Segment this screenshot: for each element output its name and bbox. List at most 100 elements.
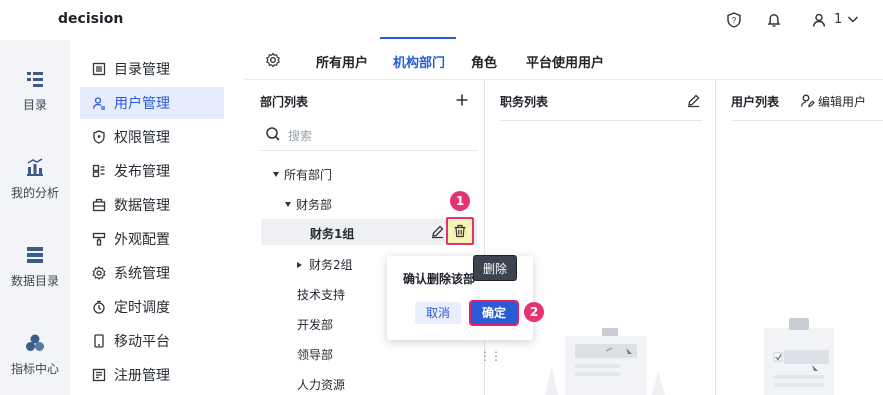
cancel-button[interactable]: 取消	[415, 302, 461, 324]
management-menu: 目录管理 用户管理 权限管理 发布管理 数据管理 外观配置 系统管理 定时调度 …	[70, 40, 245, 395]
resize-handle[interactable]: ⋮⋮	[479, 349, 502, 363]
list-icon	[92, 62, 106, 76]
step-badge-1: 1	[450, 191, 470, 211]
position-list-title: 职务列表	[500, 95, 549, 109]
user-list-title: 用户列表	[731, 95, 780, 109]
rail-item-metrics[interactable]: 指标中心	[0, 332, 70, 377]
register-icon	[92, 368, 106, 382]
add-icon[interactable]	[455, 93, 469, 107]
menu-item-schedule[interactable]: 定时调度	[80, 291, 224, 323]
caret-down-icon[interactable]	[273, 172, 279, 177]
menu-label: 用户管理	[114, 96, 170, 112]
menu-item-permissions[interactable]: 权限管理	[80, 121, 224, 153]
tree-node-tech-support[interactable]: 技术支持	[297, 286, 345, 303]
gear-icon	[92, 266, 106, 280]
mobile-icon	[94, 334, 104, 348]
shield-help-icon[interactable]: ?	[725, 11, 743, 29]
tree-label: 财务2组	[309, 258, 353, 272]
delete-button[interactable]	[446, 217, 474, 245]
edit-icon[interactable]	[686, 93, 701, 108]
confirm-button[interactable]: 确定	[469, 300, 519, 326]
rail-label: 目录	[22, 98, 47, 112]
left-rail: 目录 我的分析 数据目录 指标中心	[0, 40, 70, 395]
tab-bar: 所有用户 机构部门 角色 平台使用用户	[245, 40, 883, 80]
menu-label: 外观配置	[114, 232, 170, 248]
rail-item-data-catalog[interactable]: 数据目录	[0, 244, 70, 289]
menu-label: 权限管理	[114, 130, 170, 146]
trash-icon	[454, 224, 466, 238]
tree-node-finance-group-2[interactable]: 财务2组	[297, 256, 353, 273]
tab-all-users[interactable]: 所有用户	[316, 52, 368, 71]
edit-users-label[interactable]: 编辑用户	[818, 93, 866, 110]
active-tab-indicator	[380, 37, 456, 39]
rail-label: 我的分析	[10, 186, 59, 200]
menu-label: 发布管理	[114, 164, 170, 180]
top-bar: decision ? 1	[0, 0, 883, 40]
caret-down-icon[interactable]	[285, 202, 291, 207]
menu-item-data[interactable]: 数据管理	[80, 189, 224, 221]
edit-users-icon[interactable]	[800, 93, 815, 108]
dept-list-title: 部门列表	[260, 95, 309, 109]
menu-label: 目录管理	[114, 62, 170, 78]
tab-platform-users[interactable]: 平台使用用户	[526, 52, 604, 71]
panel-header-divider	[500, 120, 702, 121]
user-count[interactable]: 1	[834, 12, 842, 27]
tree-label: 财务1组	[310, 227, 355, 241]
search-icon	[266, 127, 280, 141]
menu-item-user-management[interactable]: 用户管理	[80, 87, 224, 119]
app-title: decision	[58, 11, 124, 27]
confirm-message: 确认删除该部	[403, 272, 476, 286]
edit-node-icon[interactable]	[430, 224, 445, 239]
menu-item-system[interactable]: 系统管理	[80, 257, 224, 289]
brush-icon	[92, 232, 106, 246]
tab-departments[interactable]: 机构部门	[393, 52, 445, 71]
search-placeholder: 搜索	[288, 129, 313, 143]
chevron-down-icon[interactable]	[846, 12, 860, 26]
caret-right-icon[interactable]	[297, 262, 302, 268]
search-divider	[260, 150, 478, 151]
menu-label: 系统管理	[114, 266, 170, 282]
data-catalog-icon	[27, 247, 43, 263]
tree-label: 财务部	[296, 198, 333, 212]
dept-search[interactable]: 搜索	[265, 123, 475, 145]
timer-icon	[93, 300, 105, 314]
menu-item-appearance[interactable]: 外观配置	[80, 223, 224, 255]
panel-header-divider	[731, 120, 883, 121]
rail-item-analysis[interactable]: 我的分析	[0, 156, 70, 201]
menu-item-register[interactable]: 注册管理	[80, 359, 224, 391]
tab-roles[interactable]: 角色	[471, 52, 497, 71]
database-icon	[92, 198, 106, 212]
menu-label: 移动平台	[114, 334, 170, 350]
menu-item-catalog[interactable]: 目录管理	[80, 53, 224, 85]
delete-tooltip: 删除	[473, 255, 517, 281]
step-badge-2: 2	[524, 302, 544, 322]
svg-text:?: ?	[732, 16, 737, 25]
menu-item-mobile[interactable]: 移动平台	[80, 325, 224, 357]
catalog-icon	[27, 72, 43, 87]
rail-label: 指标中心	[10, 362, 59, 376]
menu-label: 数据管理	[114, 198, 170, 214]
rail-label: 数据目录	[10, 274, 59, 288]
publish-icon	[92, 164, 105, 178]
menu-item-publish[interactable]: 发布管理	[80, 155, 224, 187]
tree-node-leadership[interactable]: 领导部	[297, 346, 333, 363]
user-icon[interactable]	[810, 11, 828, 29]
panel-divider	[715, 80, 716, 395]
metrics-icon	[26, 334, 44, 351]
menu-label: 注册管理	[114, 368, 170, 384]
user-icon	[92, 97, 105, 110]
analysis-icon	[27, 158, 43, 176]
menu-label: 定时调度	[114, 300, 170, 316]
tree-node-development[interactable]: 开发部	[297, 316, 333, 333]
panel-divider	[484, 80, 485, 395]
rail-item-catalog[interactable]: 目录	[0, 68, 70, 113]
tree-label: 所有部门	[284, 168, 333, 182]
empty-state-illustration	[764, 318, 834, 395]
tree-node-finance[interactable]: 财务部	[285, 196, 332, 213]
settings-gear-icon[interactable]	[265, 52, 281, 68]
tree-node-hr[interactable]: 人力资源	[297, 376, 345, 393]
tree-node-all-departments[interactable]: 所有部门	[273, 166, 332, 183]
empty-state-illustration	[545, 328, 665, 395]
bell-icon[interactable]	[765, 11, 783, 29]
shield-icon	[93, 130, 105, 144]
